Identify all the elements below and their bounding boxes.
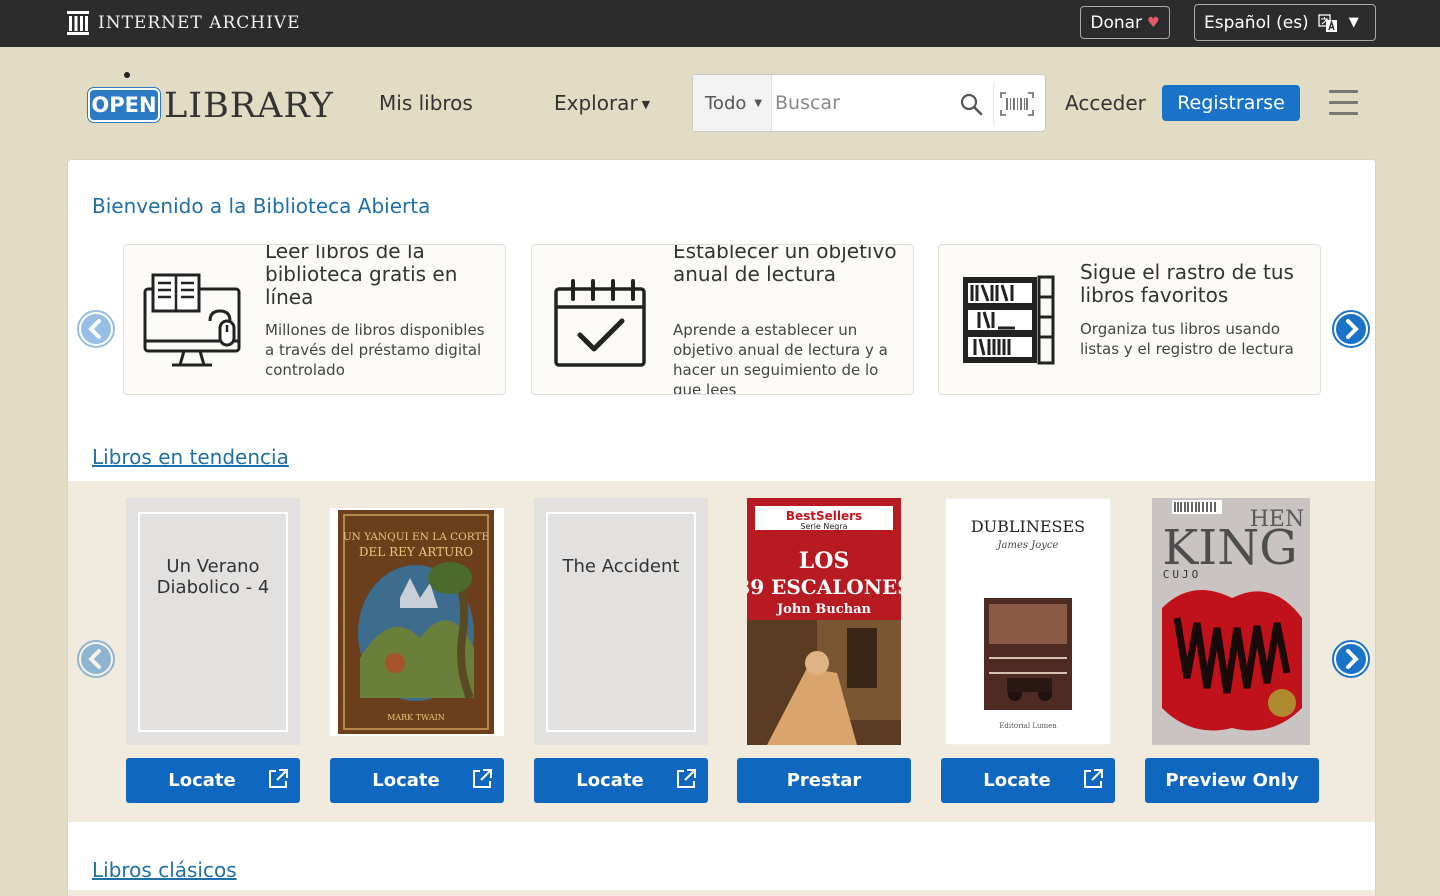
feature-description: Organiza tus libros usando listas y el r…: [1080, 320, 1294, 358]
book-cover-author: John Buchan: [776, 602, 871, 617]
translate-icon: [1318, 13, 1337, 32]
chevron-right-icon: [1332, 310, 1370, 348]
internet-archive-wordmark: INTERNET ARCHIVE: [98, 13, 301, 33]
feature-description: Aprende a establecer un objetivo anual d…: [673, 321, 888, 395]
language-label: Español (es): [1204, 12, 1309, 33]
button-label: Prestar: [786, 770, 862, 791]
book-cover[interactable]: BestSellers Serie Negra LOS 39 ESCALONES…: [736, 498, 912, 749]
feature-title: Establecer un objetivo anual de lectura: [673, 244, 897, 286]
button-label: Locate: [372, 770, 440, 791]
external-link-icon: [473, 769, 492, 788]
preview-only-button[interactable]: Preview Only: [1145, 758, 1319, 803]
search-bar: Todo ▼: [692, 74, 1046, 132]
borrow-button[interactable]: Prestar: [737, 758, 911, 803]
external-link-icon: [269, 769, 288, 788]
carousel-next-button[interactable]: [1332, 310, 1370, 348]
book-cover-placeholder[interactable]: Un Verano Diabolico - 4: [126, 498, 300, 745]
classic-books-heading[interactable]: Libros clásicos: [92, 858, 237, 882]
barcode-scanner-button[interactable]: [993, 84, 1039, 124]
book-cover-title-line2: DEL REY ARTURO: [359, 545, 473, 559]
caret-down-icon: ▼: [641, 98, 651, 111]
nav-explore[interactable]: Explorar ▼: [554, 91, 650, 115]
search-scope-label: Todo: [705, 92, 747, 114]
feature-description: Millones de libros disponibles a través …: [265, 321, 485, 379]
book-cover-title: UN YANQUI EN LA CORTE: [343, 531, 489, 543]
locate-button[interactable]: Locate: [330, 758, 504, 803]
language-selector[interactable]: Español (es) ▼: [1194, 4, 1376, 41]
feature-title: Leer libros de la biblioteca gratis en l…: [265, 244, 458, 309]
computer-book-icon: [143, 273, 241, 367]
book-cover-art: UN YANQUI EN LA CORTE DEL REY ARTURO MAR…: [330, 508, 504, 736]
classic-books-carousel: [68, 890, 1375, 896]
barcode-icon: [999, 92, 1034, 116]
signup-button[interactable]: Registrarse: [1162, 85, 1300, 121]
locate-button[interactable]: Locate: [941, 758, 1115, 803]
nav-my-books[interactable]: Mis libros: [379, 91, 473, 115]
book-cover-publisher: Editorial Lumen: [999, 722, 1057, 730]
book-cover-title: CUJO: [1163, 568, 1202, 581]
chevron-down-icon: ▼: [1348, 15, 1359, 30]
hamburger-menu-icon[interactable]: [1329, 90, 1358, 116]
button-label: Locate: [576, 770, 644, 791]
button-label: Locate: [983, 770, 1051, 791]
book-cover-title: DUBLINESES: [971, 517, 1085, 536]
feature-card-track-books[interactable]: Sigue el rastro de tus libros favoritos …: [938, 244, 1321, 395]
book-cover-art: DUBLINESES James Joyce Editorial Lumen: [944, 497, 1112, 746]
internet-archive-bar: INTERNET ARCHIVE Donar ♥ Español (es) ▼: [0, 0, 1440, 47]
logo-open-badge: OPEN: [88, 88, 160, 122]
external-link-icon: [677, 769, 696, 788]
book-cover-author: James Joyce: [996, 540, 1059, 551]
locate-button[interactable]: Locate: [534, 758, 708, 803]
book-cover-title: The Accident: [546, 512, 696, 732]
logo-dot: [124, 72, 130, 78]
locate-button[interactable]: Locate: [126, 758, 300, 803]
heart-icon: ♥: [1147, 14, 1160, 31]
open-library-logo[interactable]: OPEN LIBRARY: [86, 70, 333, 130]
login-link[interactable]: Acceder: [1065, 91, 1146, 115]
nav-explore-label: Explorar: [554, 91, 638, 115]
donate-button[interactable]: Donar ♥: [1080, 6, 1170, 39]
internet-archive-logo[interactable]: INTERNET ARCHIVE: [66, 7, 300, 39]
book-cover[interactable]: DUBLINESES James Joyce Editorial Lumen: [944, 497, 1112, 749]
book-cover-art: HEN KING CUJO: [1152, 498, 1310, 745]
donate-label: Donar: [1090, 12, 1143, 33]
welcome-heading: Bienvenido a la Biblioteca Abierta: [92, 194, 431, 218]
book-cover-subseries: Serie Negra: [800, 522, 847, 531]
carousel-prev-button[interactable]: [77, 310, 115, 348]
book-cover-author: MARK TWAIN: [387, 713, 445, 722]
book-cover-placeholder[interactable]: The Accident: [534, 498, 708, 745]
trending-next-button[interactable]: [1332, 640, 1370, 678]
book-cover-title: LOS: [799, 548, 850, 574]
logo-library-text: LIBRARY: [164, 86, 334, 126]
book-cover-title-line2: 39 ESCALONES: [747, 575, 901, 599]
book-cover-title: Un Verano Diabolico - 4: [138, 512, 288, 732]
search-icon[interactable]: [959, 92, 983, 116]
book-cover-series: BestSellers: [786, 509, 862, 523]
calendar-check-icon: [554, 279, 646, 367]
search-scope-select[interactable]: Todo ▼: [693, 75, 772, 131]
feature-title: Sigue el rastro de tus libros favoritos: [1080, 260, 1294, 307]
button-label: Locate: [168, 770, 236, 791]
external-link-icon: [1084, 769, 1103, 788]
feature-card-reading-goal[interactable]: Establecer un objetivo anual de lectura …: [531, 244, 914, 395]
chevron-right-icon: [1332, 640, 1370, 678]
book-cover-art: BestSellers Serie Negra LOS 39 ESCALONES…: [736, 498, 912, 745]
bookshelf-icon: [963, 275, 1055, 365]
trending-prev-button[interactable]: [77, 640, 115, 678]
trending-books-heading[interactable]: Libros en tendencia: [92, 445, 289, 469]
chevron-left-icon: [77, 310, 115, 348]
archive-building-icon: [67, 11, 89, 35]
feature-card-read-free[interactable]: Leer libros de la biblioteca gratis en l…: [123, 244, 506, 395]
book-cover[interactable]: HEN KING CUJO: [1152, 498, 1310, 749]
button-label: Preview Only: [1165, 770, 1299, 791]
search-input[interactable]: [775, 83, 945, 123]
caret-down-icon: ▼: [754, 97, 763, 109]
chevron-left-icon: [77, 640, 115, 678]
book-cover[interactable]: UN YANQUI EN LA CORTE DEL REY ARTURO MAR…: [330, 508, 504, 740]
